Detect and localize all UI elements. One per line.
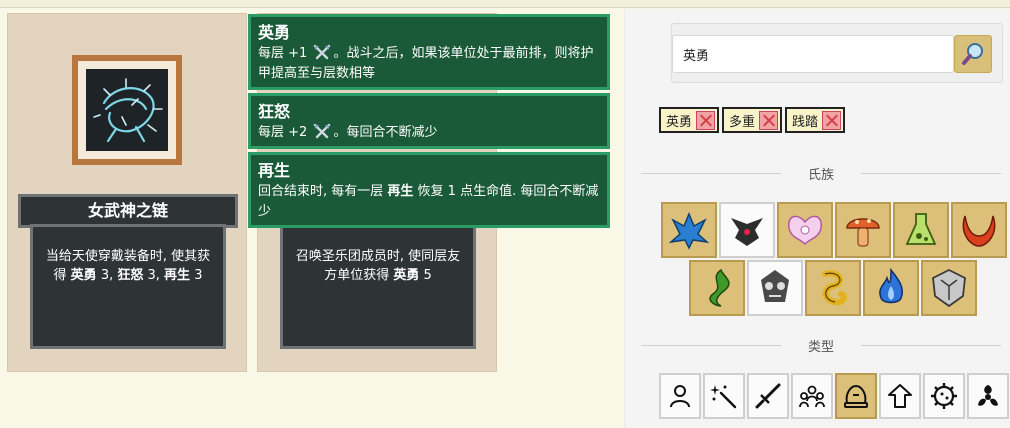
remove-tag-icon[interactable] <box>822 110 842 130</box>
tribe-button[interactable] <box>661 202 717 258</box>
flask-icon <box>905 213 937 245</box>
crossed-swords-icon <box>313 44 331 60</box>
section-title: 氏族 <box>801 168 840 183</box>
mushroom-icon <box>846 218 880 247</box>
tribe-button[interactable] <box>921 260 977 316</box>
type-button[interactable] <box>879 373 921 419</box>
search-button[interactable] <box>954 35 992 73</box>
keyword-valor: 英勇 <box>70 268 97 283</box>
tribe-button[interactable] <box>777 202 833 258</box>
hellhorn-icon <box>668 212 710 250</box>
remove-tag-icon[interactable] <box>696 110 716 130</box>
remove-tag-icon[interactable] <box>759 110 779 130</box>
person-icon <box>670 385 690 408</box>
angel-wings-icon <box>788 215 822 246</box>
section-title: 类型 <box>801 340 840 355</box>
tribe-section-heading: 氏族 <box>641 164 1001 184</box>
upgrade-arrow-icon <box>888 384 912 408</box>
filter-panel: 英勇 多重 践踏 氏族 类型 <box>624 9 1010 428</box>
keyword-regen: 再生 <box>387 184 414 199</box>
thorn-chain-icon <box>86 69 168 151</box>
desc-text: 3 <box>190 268 203 283</box>
type-button[interactable] <box>835 373 877 419</box>
type-section-heading: 类型 <box>641 336 1001 356</box>
tooltip-body: 每层 +2 。每回合不断减少 <box>258 123 600 143</box>
tribe-button[interactable] <box>863 260 919 316</box>
tooltip-text: 每层 +1 <box>258 46 312 61</box>
tooltip-title: 再生 <box>258 161 291 180</box>
tooltip-text: 每层 +2 <box>258 125 312 140</box>
vine-icon <box>709 268 730 307</box>
tribe-button[interactable] <box>951 202 1007 258</box>
top-bar <box>0 0 1010 8</box>
keyword-valor: 英勇 <box>393 268 420 283</box>
biohazard-icon <box>978 385 998 406</box>
tribe-button[interactable] <box>719 202 775 258</box>
remnant-icon <box>761 270 789 302</box>
tooltip-text: 。每回合不断减少 <box>333 125 438 140</box>
tag-label: 践踏 <box>792 114 819 130</box>
blue-flame-icon <box>879 267 903 304</box>
type-button[interactable] <box>747 373 789 419</box>
magnifier-icon <box>962 43 983 65</box>
keyword-rage: 狂怒 <box>117 268 144 283</box>
tribe-row <box>661 202 1007 258</box>
type-button[interactable] <box>923 373 965 419</box>
tooltip-rage: 狂怒 每层 +2 。每回合不断减少 <box>248 93 610 149</box>
stone-shield-icon <box>932 268 966 308</box>
tribe-button[interactable] <box>805 260 861 316</box>
card-title: 女武神之链 <box>18 194 238 228</box>
tribe-button[interactable] <box>689 260 745 316</box>
type-button[interactable] <box>659 373 701 419</box>
type-button[interactable] <box>703 373 745 419</box>
type-row <box>659 373 1009 419</box>
type-button[interactable] <box>967 373 1009 419</box>
filter-tag: 践踏 <box>785 107 846 133</box>
tooltip-valor: 英勇 每层 +1 。战斗之后，如果该单位处于最前排，则将护甲提高至与层数相等 <box>248 14 610 90</box>
search-input[interactable] <box>672 35 954 73</box>
crossed-swords-icon <box>313 123 331 139</box>
type-button[interactable] <box>791 373 833 419</box>
desc-text: 召唤圣乐团成员时, 使同层友方单位获得 <box>295 249 461 283</box>
horns-icon <box>962 215 996 247</box>
tooltip-title: 狂怒 <box>258 102 291 121</box>
equipment-icon <box>844 384 868 408</box>
active-filter-tags: 英勇 多重 践踏 <box>659 107 846 133</box>
serpent-coil-icon <box>822 270 847 306</box>
tag-label: 多重 <box>729 114 756 130</box>
keyword-regen: 再生 <box>164 268 191 283</box>
filter-tag: 多重 <box>722 107 783 133</box>
tooltip-body: 每层 +1 。战斗之后，如果该单位处于最前排，则将护甲提高至与层数相等 <box>258 44 600 84</box>
keyword-tooltip: 英勇 每层 +1 。战斗之后，如果该单位处于最前排，则将护甲提高至与层数相等 狂… <box>248 14 610 231</box>
tooltip-title: 英勇 <box>258 23 291 42</box>
card-valkyrie-chain[interactable]: 女武神之链 当给天使穿戴装备时, 使其获得 英勇 3, 狂怒 3, 再生 3 <box>7 13 247 372</box>
desc-text: 3, <box>96 268 118 283</box>
card-description: 召唤圣乐团成员时, 使同层友方单位获得 英勇 5 <box>280 224 476 349</box>
card-description: 当给天使穿戴装备时, 使其获得 英勇 3, 狂怒 3, 再生 3 <box>30 224 226 349</box>
tribe-button[interactable] <box>747 260 803 316</box>
desc-text: 5 <box>419 268 432 283</box>
filter-tag: 英勇 <box>659 107 720 133</box>
tooltip-body: 回合结束时, 每有一层 再生 恢复 1 点生命值. 每回合不断减少 <box>258 182 600 222</box>
tribe-button[interactable] <box>835 202 891 258</box>
stygian-icon <box>731 218 763 246</box>
tag-label: 英勇 <box>666 114 693 130</box>
tooltip-text: 回合结束时, 每有一层 <box>258 184 388 199</box>
tribe-button[interactable] <box>893 202 949 258</box>
gear-blob-icon <box>931 383 957 409</box>
card-portrait-frame <box>72 55 182 165</box>
desc-text: 3, <box>143 268 165 283</box>
sword-icon <box>755 383 781 409</box>
search-box <box>671 23 1003 83</box>
crowd-icon <box>799 385 825 408</box>
tooltip-regen: 再生 回合结束时, 每有一层 再生 恢复 1 点生命值. 每回合不断减少 <box>248 152 610 228</box>
tribe-row <box>689 260 977 316</box>
magic-wand-icon <box>710 385 737 409</box>
